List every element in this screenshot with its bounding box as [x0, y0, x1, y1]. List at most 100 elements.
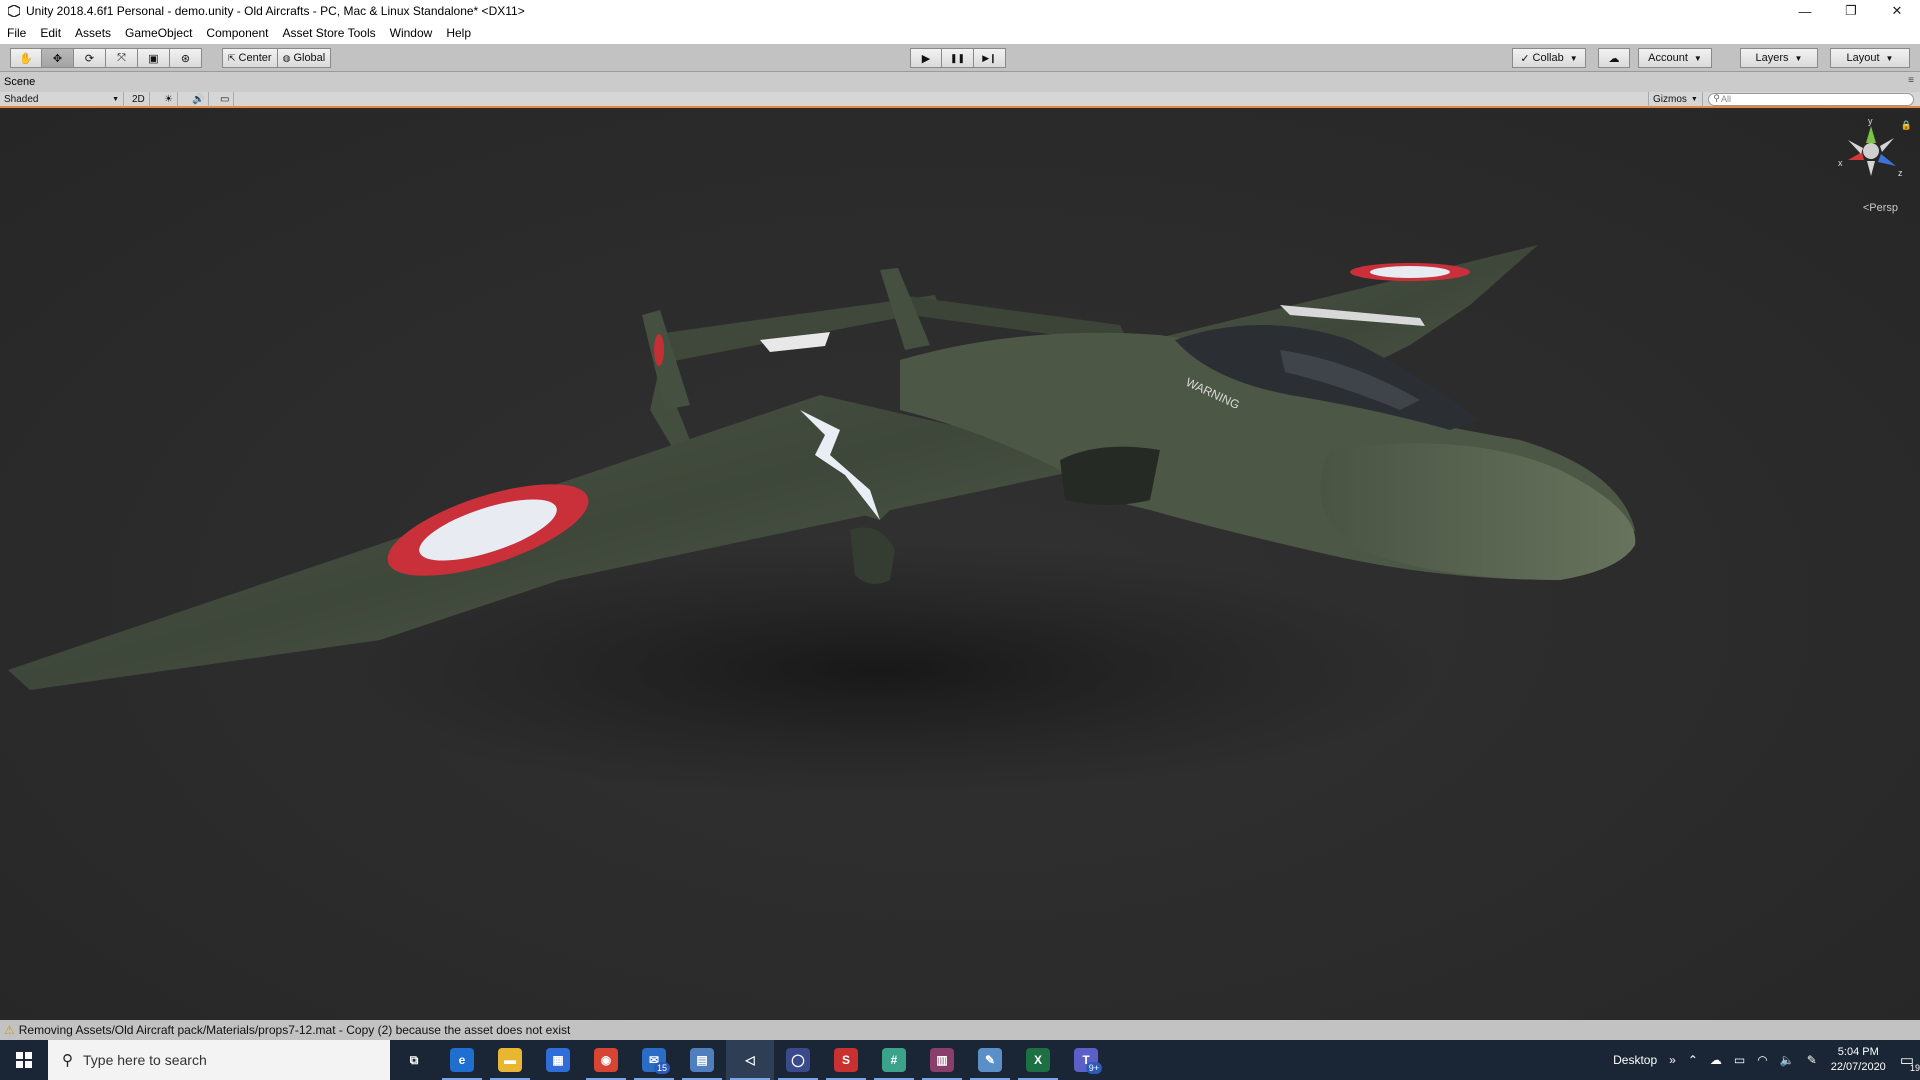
taskbar-app-cortana[interactable]: ◯ [774, 1040, 822, 1080]
close-button[interactable]: ✕ [1874, 0, 1920, 22]
gizmo-label-y: y [1868, 116, 1873, 126]
taskbar-app-paint[interactable]: ✎ [966, 1040, 1014, 1080]
menu-asset-store-tools[interactable]: Asset Store Tools [275, 22, 382, 44]
cloud-button[interactable]: ☁ [1598, 48, 1630, 68]
pivot-rotation-button[interactable]: ◍ Global [277, 48, 332, 68]
collab-button[interactable]: ✓ Collab ▼ [1512, 48, 1586, 68]
taskbar-app-winrar[interactable]: ▥ [918, 1040, 966, 1080]
gizmo-label-x: x [1838, 158, 1843, 168]
taskbar-app-teams[interactable]: T 9+ [1062, 1040, 1110, 1080]
rect-tool-icon[interactable]: ▣ [138, 48, 170, 68]
pause-button[interactable]: ❚❚ [942, 48, 974, 68]
taskbar-app-edge[interactable]: e [438, 1040, 486, 1080]
excel-icon: X [1026, 1048, 1050, 1072]
chevron-down-icon: ▼ [112, 96, 119, 103]
layout-dropdown[interactable]: Layout ▼ [1830, 48, 1910, 68]
minimize-button[interactable]: — [1782, 0, 1828, 22]
step-button[interactable]: ▶❙ [974, 48, 1006, 68]
lighting-toggle-icon[interactable]: ☀ [160, 92, 178, 107]
taskbar-app-unity[interactable]: ◁ [726, 1040, 774, 1080]
gizmo-z-axis[interactable] [1878, 154, 1896, 166]
panel-menu-icon[interactable]: ≡ [1908, 75, 1914, 86]
cloud-controls: ☁ [1598, 48, 1630, 68]
taskbar-app-mail[interactable]: ✉ 15 [630, 1040, 678, 1080]
layers-label: Layers [1755, 52, 1789, 64]
rotate-tool-icon[interactable]: ⟳ [74, 48, 106, 68]
taskbar-search-input[interactable]: ⚲ Type here to search [48, 1040, 390, 1080]
play-button[interactable]: ▶ [910, 48, 942, 68]
tail-fin-left [642, 310, 690, 410]
windows-taskbar: ⚲ Type here to search ⧉ e ▬ ▦ ◉ ✉ 15 ▤ ◁ ◯ S # ▥ ✎ X T 9… [0, 1040, 1920, 1080]
app-badge: 9+ [1085, 1062, 1102, 1074]
scale-tool-icon[interactable]: ⤧ [106, 48, 138, 68]
pivot-controls: ⇱ Center ◍ Global [222, 48, 332, 68]
restore-button[interactable]: ❐ [1828, 0, 1874, 22]
chevron-icon[interactable]: » [1669, 1053, 1676, 1067]
account-controls: Account ▼ [1638, 48, 1712, 68]
layers-dropdown[interactable]: Layers ▼ [1740, 48, 1818, 68]
menu-assets[interactable]: Assets [68, 22, 118, 44]
task-view-icon: ⧉ [402, 1048, 426, 1072]
console-status-bar[interactable]: ⚠ Removing Assets/Old Aircraft pack/Mate… [0, 1020, 1920, 1040]
search-icon: ⚲ [1713, 93, 1720, 103]
orientation-gizmo[interactable]: y x z [1836, 116, 1906, 186]
pen-icon[interactable]: ✎ [1807, 1053, 1817, 1067]
menu-window[interactable]: Window [383, 22, 440, 44]
gizmo-neg-z-axis[interactable] [1848, 140, 1863, 154]
clock-time: 5:04 PM [1837, 1046, 1879, 1058]
shading-mode-dropdown[interactable]: Shaded ▼ [0, 92, 124, 107]
taskbar-app-remote-desktop[interactable]: ▤ [678, 1040, 726, 1080]
window-title: Unity 2018.4.6f1 Personal - demo.unity -… [26, 4, 525, 18]
taskbar-app-slack[interactable]: # [870, 1040, 918, 1080]
globe-icon: ◍ [282, 52, 291, 63]
gizmo-center[interactable] [1863, 143, 1879, 159]
taskbar-app-task-view[interactable]: ⧉ [390, 1040, 438, 1080]
check-icon: ✓ [1520, 52, 1530, 65]
engine-intake [1060, 446, 1160, 505]
menu-help[interactable]: Help [439, 22, 478, 44]
taskbar-app-file-explorer[interactable]: ▬ [486, 1040, 534, 1080]
taskbar-app-excel[interactable]: X [1014, 1040, 1062, 1080]
scene-viewport[interactable]: WARNING y x z 🔒 <Persp [0, 110, 1920, 1020]
tab-scene[interactable]: Scene [4, 76, 35, 88]
audio-toggle-icon[interactable]: 🔊 [188, 92, 210, 107]
clock[interactable]: 5:04 PM 22/07/2020 [1831, 1045, 1886, 1075]
gizmo-x-axis[interactable] [1848, 152, 1864, 160]
onedrive-icon[interactable]: ☁ [1710, 1053, 1722, 1067]
pivot-mode-button[interactable]: ⇱ Center [222, 48, 278, 68]
transform-tool-icon[interactable]: ⊛ [170, 48, 202, 68]
account-dropdown[interactable]: Account ▼ [1638, 48, 1712, 68]
gizmo-y-axis[interactable] [1866, 126, 1876, 143]
menu-gameobject[interactable]: GameObject [118, 22, 199, 44]
battery-icon[interactable]: ▭ [1734, 1053, 1745, 1067]
menu-edit[interactable]: Edit [33, 22, 68, 44]
gizmos-dropdown[interactable]: Gizmos ▼ [1648, 92, 1703, 107]
move-tool-icon[interactable]: ✥ [42, 48, 74, 68]
2d-toggle[interactable]: 2D [128, 92, 150, 107]
chevron-down-icon: ▼ [1794, 53, 1803, 63]
start-button[interactable] [0, 1040, 48, 1080]
effects-dropdown-icon[interactable]: ▭ [216, 92, 235, 107]
hand-tool-icon[interactable]: ✋ [10, 48, 42, 68]
network-icon[interactable]: ◠ [1757, 1053, 1767, 1067]
menu-file[interactable]: File [0, 22, 33, 44]
window-titlebar: Unity 2018.4.6f1 Personal - demo.unity -… [0, 0, 1920, 22]
taskbar-app-snagit[interactable]: S [822, 1040, 870, 1080]
aircraft-model: WARNING [8, 245, 1636, 800]
show-hidden-icons-icon[interactable]: ⌃ [1688, 1053, 1698, 1067]
shading-mode-label: Shaded [4, 94, 39, 105]
menu-component[interactable]: Component [199, 22, 275, 44]
notification-center-icon[interactable]: ▭ 19 [1900, 1051, 1920, 1073]
pivot-icon: ⇱ [228, 52, 236, 63]
windows-logo-icon [16, 1052, 32, 1068]
scene-search-input[interactable]: All [1708, 93, 1914, 106]
lock-icon[interactable]: 🔒 [1901, 120, 1912, 131]
projection-toggle[interactable]: <Persp [1863, 202, 1898, 214]
gizmo-neg-y-axis[interactable] [1867, 161, 1875, 176]
taskbar-app-store[interactable]: ▦ [534, 1040, 582, 1080]
gizmo-neg-x-axis[interactable] [1880, 138, 1894, 152]
desktop-toolbar-label[interactable]: Desktop [1613, 1053, 1657, 1067]
taskbar-app-chrome[interactable]: ◉ [582, 1040, 630, 1080]
volume-icon[interactable]: 🔈 [1780, 1053, 1795, 1067]
collab-label: Collab [1532, 52, 1564, 64]
